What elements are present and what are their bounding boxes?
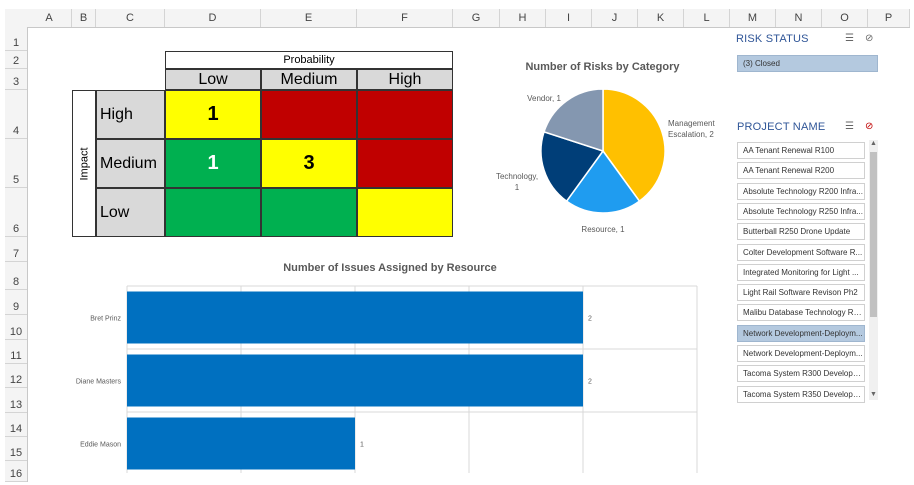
row-header[interactable]: 12 — [5, 364, 27, 388]
row-header[interactable]: 3 — [5, 69, 27, 90]
row-header[interactable]: 16 — [5, 461, 27, 482]
matrix-cell: 3 — [261, 139, 357, 188]
multi-select-icon[interactable]: ☰ — [845, 121, 854, 132]
clear-filter-icon[interactable]: ⊘ — [865, 121, 873, 132]
row-header[interactable]: 9 — [5, 290, 27, 315]
column-header[interactable]: M — [730, 9, 776, 27]
pie-data-label: Technology, 1 — [496, 172, 538, 192]
column-header[interactable]: B — [72, 9, 96, 27]
slicer-item[interactable]: AA Tenant Renewal R200 — [737, 162, 865, 180]
matrix-col-header-low: Low — [165, 69, 261, 90]
slicer-item[interactable]: Tacoma System R300 Developm... — [737, 365, 865, 383]
slicer-item[interactable]: Tacoma System R350 Developm... — [737, 385, 865, 403]
slicer-item[interactable]: Network Development-Deploym... — [737, 345, 865, 362]
row-header[interactable]: 7 — [5, 237, 27, 262]
column-header[interactable]: A — [27, 9, 72, 27]
matrix-cell: 1 — [165, 139, 261, 188]
column-header[interactable]: I — [546, 9, 592, 27]
row-header[interactable]: 5 — [5, 139, 27, 188]
row-header[interactable]: 1 — [5, 27, 27, 51]
matrix-cell — [357, 188, 453, 237]
column-header[interactable]: L — [684, 9, 730, 27]
slicer-scrollbar[interactable]: ▲ ▼ — [869, 140, 878, 400]
pie-data-label: Vendor, 1 — [527, 94, 561, 103]
row-header[interactable]: 10 — [5, 315, 27, 340]
bar[interactable] — [127, 291, 583, 344]
slicer-item[interactable]: Integrated Monitoring for Light ... — [737, 263, 865, 281]
pie-chart: Management Escalation, 2 Resource, 1 Techno… — [496, 88, 715, 234]
matrix-title: Probability — [165, 51, 453, 69]
bar-chart-title: Number of Issues Assigned by Resource — [283, 262, 497, 274]
scroll-up-arrow-icon[interactable]: ▲ — [869, 140, 878, 149]
matrix-cell-value: 1 — [207, 152, 219, 174]
bar-data-label: 2 — [588, 316, 592, 323]
row-header[interactable]: 14 — [5, 413, 27, 437]
bar[interactable] — [127, 354, 583, 407]
pie-chart-title: Number of Risks by Category — [525, 61, 680, 73]
bar-chart: Bret Prinz 2 Diane Masters 2 Eddie Mason 1 — [76, 285, 698, 473]
bar-category-label: Diane Masters — [76, 379, 122, 386]
row-header[interactable]: 15 — [5, 437, 27, 461]
column-header[interactable]: C — [96, 9, 165, 27]
scroll-down-arrow-icon[interactable]: ▼ — [869, 391, 878, 400]
column-header[interactable]: G — [453, 9, 500, 27]
column-header[interactable]: F — [357, 9, 453, 27]
slicer-item[interactable]: Absolute Technology R200 Infra... — [737, 182, 865, 200]
matrix-cell: 1 — [165, 90, 261, 139]
slicer-item[interactable]: Light Rail Software Revison Ph2 — [737, 284, 865, 302]
column-header[interactable]: D — [165, 9, 261, 27]
bar-category-label: Eddie Mason — [80, 442, 121, 449]
matrix-row-header-low: Low — [96, 188, 165, 237]
project-name-slicer-title: PROJECT NAME — [737, 121, 826, 133]
slicer-item[interactable]: Absolute Technology R250 Infra... — [737, 202, 865, 220]
bar-data-label: 1 — [360, 442, 364, 449]
bar-data-label: 2 — [588, 379, 592, 386]
row-header[interactable]: 8 — [5, 262, 27, 290]
pie-data-label: Management Escalation, 2 — [668, 119, 715, 139]
slicer-item[interactable]: Network Development-Deploym... — [737, 324, 865, 342]
risk-status-slicer-title: RISK STATUS — [736, 33, 809, 45]
pie-data-label: Resource, 1 — [581, 225, 625, 234]
matrix-cell-value: 3 — [303, 152, 315, 174]
matrix-cell-value: 1 — [207, 103, 219, 125]
row-header[interactable]: 6 — [5, 188, 27, 237]
slicer-item[interactable]: AA Tenant Renewal R100 — [737, 142, 865, 159]
matrix-cell — [357, 139, 453, 188]
matrix-cell — [357, 90, 453, 139]
slicer-scrollbar-thumb[interactable] — [870, 152, 877, 317]
column-header[interactable]: J — [592, 9, 638, 27]
matrix-col-header-medium: Medium — [261, 69, 357, 90]
row-header[interactable]: 11 — [5, 340, 27, 364]
column-header[interactable]: K — [638, 9, 684, 27]
bar[interactable] — [127, 417, 355, 470]
column-header[interactable]: E — [261, 9, 357, 27]
matrix-axis-label: Impact — [72, 90, 96, 237]
column-header[interactable]: H — [500, 9, 546, 27]
bar-category-label: Bret Prinz — [90, 316, 121, 323]
multi-select-icon[interactable]: ☰ — [845, 33, 854, 44]
column-header[interactable]: O — [822, 9, 868, 27]
clear-filter-icon[interactable]: ⊘ — [865, 33, 873, 44]
matrix-col-header-high: High — [357, 69, 453, 90]
matrix-cell — [165, 188, 261, 237]
row-header[interactable]: 4 — [5, 90, 27, 139]
matrix-cell — [261, 90, 357, 139]
matrix-row-header-high: High — [96, 90, 165, 139]
column-header[interactable]: N — [776, 9, 822, 27]
slicer-item[interactable]: Butterball R250 Drone Update — [737, 223, 865, 241]
slicer-item[interactable]: (3) Closed — [737, 55, 878, 72]
matrix-row-header-medium: Medium — [96, 139, 165, 188]
spreadsheet-dashboard: ABCDEFGHIJKLMNOP 1 2 3 4 5 6 7 8 9 10 11 12 13 14 15 16… — [0, 0, 914, 485]
slicer-item[interactable]: Malibu Database Technology R1... — [737, 304, 865, 322]
column-header[interactable]: P — [868, 9, 910, 27]
matrix-cell — [261, 188, 357, 237]
row-header[interactable]: 2 — [5, 51, 27, 69]
row-header[interactable]: 13 — [5, 388, 27, 413]
slicer-item[interactable]: Colter Development Software R... — [737, 243, 865, 261]
